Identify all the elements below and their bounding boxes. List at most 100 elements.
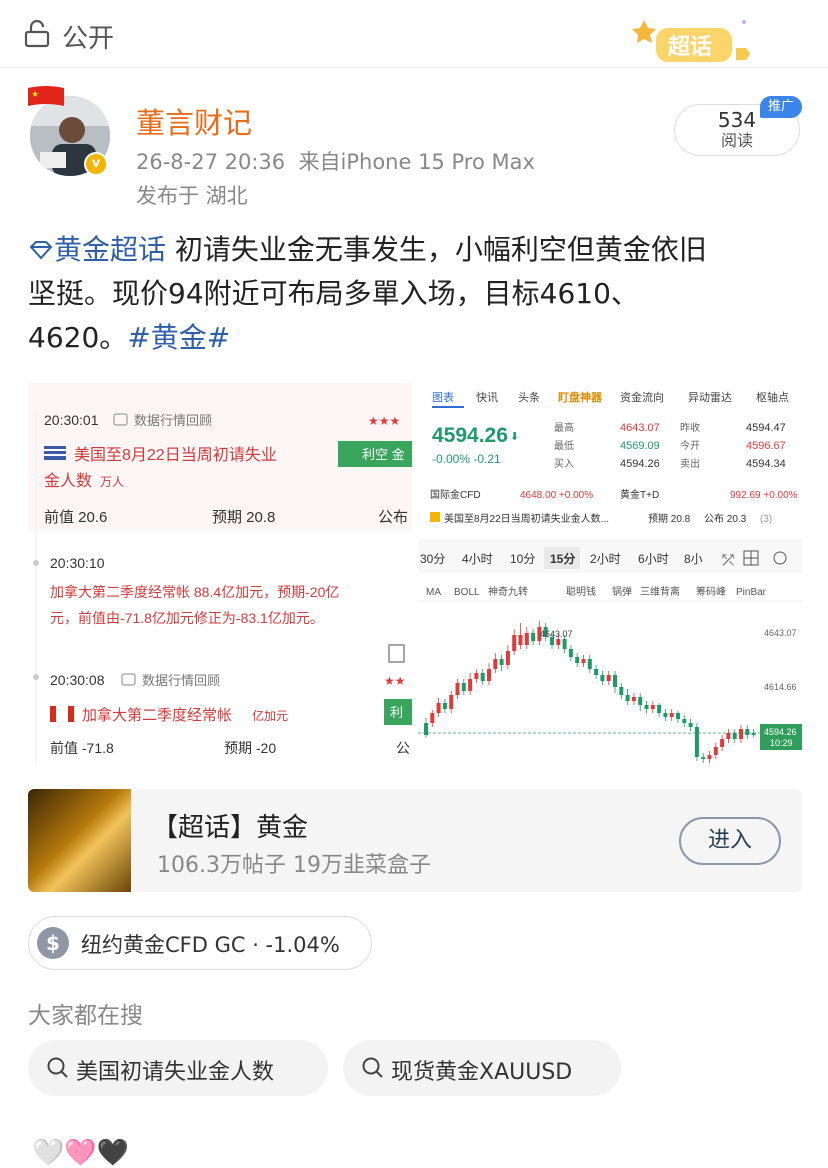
gold-quote-screenshot: 图表 快讯 头条 盯盘神器 资金流向 异动雷达 枢轴点 4594.26 ⬇ -0.00% -…: [418, 383, 802, 765]
candle-body: [638, 697, 643, 705]
stat-label: 买入: [554, 458, 574, 470]
cfd-value: 4648.00 +0.00%: [520, 490, 593, 501]
stat-label: 昨收: [680, 421, 700, 434]
axis-top: 4643.07: [764, 628, 797, 638]
candle-body: [726, 733, 731, 739]
quote-tab: 异动雷达: [688, 391, 732, 404]
candle-body: [436, 703, 441, 713]
candle-body: [493, 659, 498, 669]
stat-label: 卖出: [680, 457, 700, 470]
candle-body: [619, 687, 624, 695]
svg-text:⬇: ⬇: [510, 431, 519, 443]
period-tab: 6小时: [638, 552, 669, 566]
search-heading: 大家都在搜: [28, 1003, 143, 1029]
news3-unit: 亿加元: [252, 708, 288, 723]
current-time-label: 10:29: [770, 738, 793, 748]
news1-prev: 前值 20.6: [44, 509, 107, 526]
svg-text:★★: ★★: [384, 674, 406, 688]
candle-body: [631, 697, 636, 701]
stat-value: 4596.67: [746, 440, 786, 452]
candle-body: [505, 651, 510, 665]
news3-pub: 公: [396, 740, 410, 756]
svg-text:★★★: ★★★: [368, 414, 400, 428]
td-label: 黄金T+D: [620, 488, 659, 501]
news1-time: 20:30:01: [44, 412, 99, 428]
promo-badge[interactable]: 推广: [760, 96, 802, 118]
username[interactable]: 董言财记: [136, 100, 252, 142]
candle-body: [575, 657, 580, 663]
candle-body: [669, 713, 674, 717]
indicator-tab: BOLL: [454, 587, 480, 598]
post-body: 黄金超话 初请失业金无事发生，小幅利空但黄金依旧 坚挺。现价94附近可布局多單入…: [28, 228, 808, 360]
period-tab: 2小时: [590, 552, 621, 566]
stat-value: 4643.07: [620, 422, 660, 434]
candle-body: [650, 705, 655, 709]
candle-body: [720, 739, 725, 747]
post-body-line1: 初请失业金无事发生，小幅利空但黄金依旧: [174, 233, 707, 266]
news2-line2: 元，前值由-71.8亿加元修正为-83.1亿加元。: [50, 610, 324, 626]
candle-body: [739, 729, 743, 739]
post-body-line2: 坚挺。现价94附近可布局多單入场，目标4610、: [28, 277, 639, 310]
enter-button[interactable]: 进入: [679, 817, 781, 865]
candle-body: [499, 659, 504, 665]
candle-body: [594, 669, 599, 675]
candle-body: [430, 713, 435, 723]
news3-expect: 预期 -20: [224, 740, 276, 756]
topic-card-subtitle: 106.3万帖子 19万韭菜盒子: [157, 853, 431, 878]
quote-tab: 快讯: [476, 391, 498, 404]
reaction-hearts: 🤍🩷🖤: [32, 1138, 130, 1168]
topic-card[interactable]: 【超话】黄金 106.3万帖子 19万韭菜盒子 进入: [28, 789, 802, 892]
candle-body: [606, 675, 611, 681]
post-source: 来自iPhone 15 Pro Max: [298, 150, 535, 174]
dollar-icon: $: [37, 927, 69, 959]
stat-label: 今开: [680, 439, 700, 452]
search-icon: [47, 1057, 68, 1078]
topic-link[interactable]: 黄金超话: [28, 233, 166, 266]
candle-body: [657, 705, 662, 713]
indicator-tab: 三维背离: [640, 585, 680, 598]
post-timestamp: 26-8-27 20:36: [136, 150, 286, 174]
super-topic-badge-label: 超话: [668, 35, 712, 60]
quote-tab: 头条: [518, 390, 540, 404]
gold-bars-thumbnail: [28, 789, 131, 892]
read-label: 阅读: [720, 131, 753, 150]
news3-badge: 利: [390, 705, 403, 720]
stat-value: 4594.34: [746, 458, 786, 470]
diamond-icon: [29, 241, 53, 260]
indicator-tab: 神奇九转: [488, 585, 528, 598]
candle-body: [613, 675, 617, 687]
quote-change: -0.00% -0.21: [432, 452, 501, 466]
candle-body: [461, 683, 466, 691]
news2-line1: 加拿大第二季度经常帐 88.4亿加元，预期-20亿: [50, 584, 339, 600]
indicator-tab: PinBar: [736, 587, 767, 598]
candle-body: [581, 659, 586, 663]
current-price-label: 4594.26: [764, 727, 797, 737]
visibility-label: 公开: [62, 24, 115, 54]
svg-text:★: ★: [31, 90, 39, 100]
search-suggestion-2[interactable]: 现货黄金XAUUSD: [343, 1040, 621, 1096]
candle-body: [682, 719, 687, 723]
candle-body: [600, 675, 605, 681]
post-image[interactable]: 20:30:01 数据行情回顾 ★★★ 美国至8月22日当周初请失业 金人数 万…: [28, 383, 802, 765]
news1-badge: 利空 金: [362, 447, 405, 462]
stock-chip[interactable]: $ 纽约黄金CFD GC · -1.04%: [28, 916, 372, 970]
candle-body: [455, 683, 460, 695]
indicator-tab: MA: [426, 587, 441, 598]
stock-chip-text: 纽约黄金CFD GC · -1.04%: [81, 933, 340, 957]
super-topic-badge[interactable]: 超话: [632, 14, 758, 70]
candle-body: [694, 727, 699, 757]
candle-body: [568, 649, 573, 657]
indicator-tab: 锅弹: [612, 585, 632, 598]
candle-body: [442, 703, 447, 709]
quote-tab: 枢轴点: [756, 390, 789, 404]
search-suggestion-1[interactable]: 美国初请失业金人数: [28, 1040, 328, 1096]
hashtag-link[interactable]: #黄金#: [127, 321, 230, 354]
period-tab: 4小时: [462, 552, 493, 566]
search-suggestion-label: 美国初请失业金人数: [76, 1060, 275, 1085]
quote-tab: 盯盘神器: [558, 390, 603, 404]
quote-tab: 资金流向: [620, 390, 664, 404]
china-flag-icon: ★: [28, 86, 64, 106]
news2-time: 20:30:10: [50, 555, 105, 571]
period-tab: 10分: [510, 552, 535, 566]
candle-body: [468, 679, 473, 691]
